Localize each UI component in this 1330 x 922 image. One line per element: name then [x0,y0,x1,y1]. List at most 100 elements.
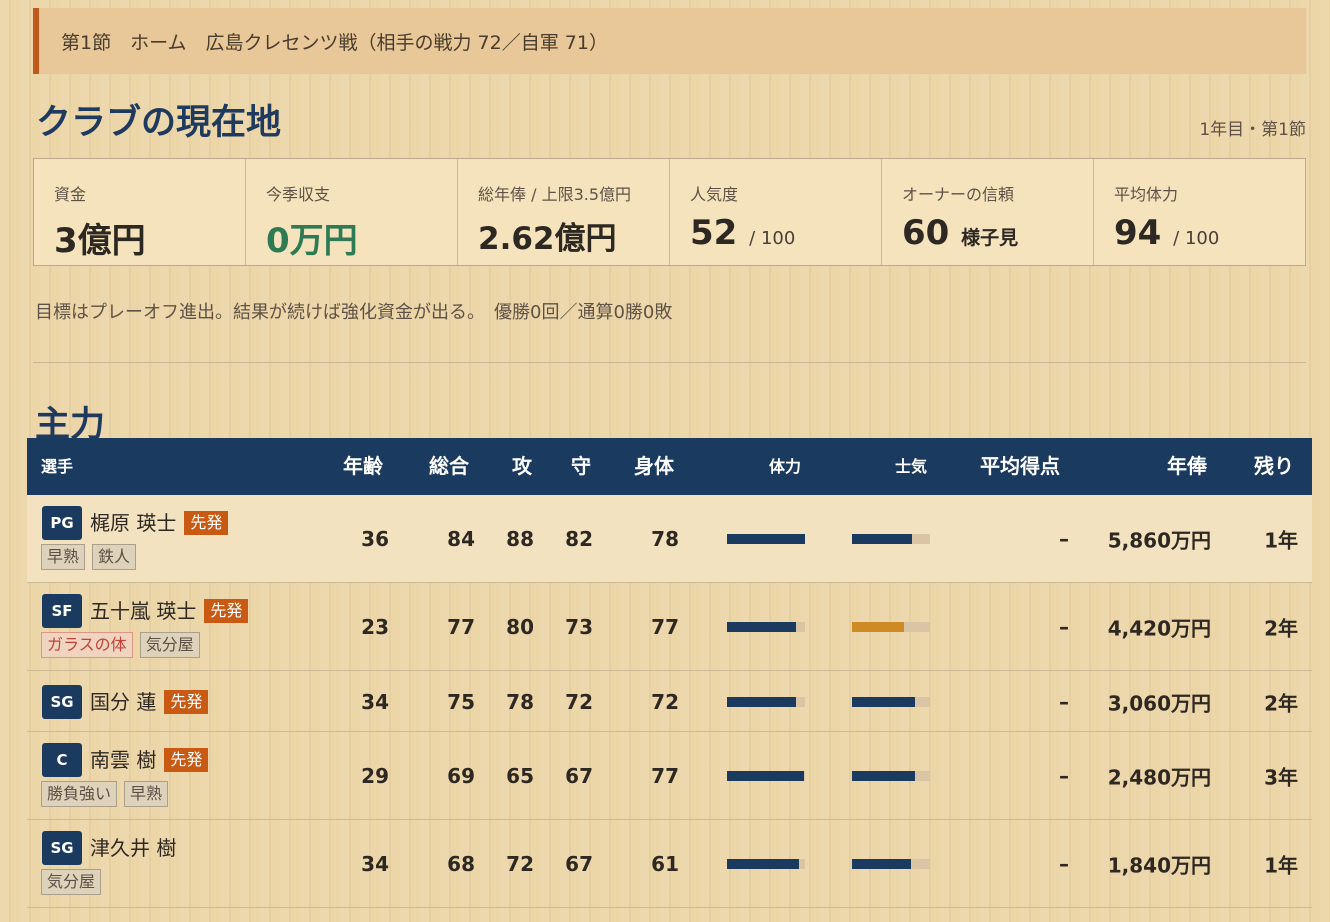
stat-avg-stamina: 平均体力 94 / 100 [1094,159,1305,265]
player-avg-points: – [1059,689,1069,714]
player-traits: 早熟 鉄人 [41,544,137,570]
stat-value: 94 / 100 [1114,213,1305,253]
morale-bar [852,771,930,781]
position-badge: SG [42,831,82,865]
player-salary: 1,840万円 [1107,853,1211,878]
table-row[interactable]: PG 梶原 瑛士 先発 早熟 鉄人 36 84 88 82 78 – 5,860万円 1年 [27,495,1312,583]
player-name-text: 五十嵐 瑛士 [90,599,197,623]
stamina-bar [727,771,805,781]
stat-label: 総年俸 / 上限3.5億円 [478,185,632,204]
player-overall: 69 [447,764,475,788]
morale-bar [852,534,930,544]
player-name[interactable]: 国分 蓮先発 [90,688,209,716]
player-physical: 72 [651,689,679,714]
roster-table: 選手 年齢 総合 攻 守 身体 体力 士気 平均得点 年俸 残り PG 梶原 瑛士… [27,438,1312,908]
stamina-bar-fill [727,771,805,781]
stat-value: 0万円 [266,213,457,262]
position-badge: C [42,743,82,777]
header-age[interactable]: 年齢 [343,438,383,495]
player-salary: 3,060万円 [1107,691,1211,715]
position-badge: PG [42,506,82,540]
player-defense: 72 [565,689,593,714]
player-age: 29 [361,764,389,788]
player-contract-years: 2年 [1264,691,1298,715]
stat-number: 2.62億円 [478,221,617,257]
header-avg-points[interactable]: 平均得点 [980,438,1060,495]
header-contract-years[interactable]: 残り [1254,438,1294,495]
player-name[interactable]: 南雲 樹先発 [90,746,209,774]
morale-bar [852,696,930,707]
player-salary: 4,420万円 [1107,616,1211,641]
stat-label: 今季収支 [266,185,331,204]
player-age: 34 [361,852,389,876]
player-physical: 61 [651,852,679,876]
header-offense[interactable]: 攻 [512,438,532,495]
stamina-bar-fill [727,859,799,869]
player-age: 36 [361,527,389,551]
trait-tag: 勝負強い [41,781,118,807]
roster-header: 選手 年齢 総合 攻 守 身体 体力 士気 平均得点 年俸 残り [27,438,1312,495]
starter-badge: 先発 [184,511,229,535]
player-defense: 82 [565,527,593,551]
player-name-text: 梶原 瑛士 [90,511,177,535]
stamina-bar [727,696,805,707]
trait-tag: 気分屋 [41,869,102,895]
stat-label: 人気度 [690,185,739,204]
stat-label: 資金 [54,185,87,204]
player-traits: 気分屋 [41,869,102,895]
morale-bar-fill [852,622,905,632]
stat-number: 60 [902,213,950,253]
table-row[interactable]: SF 五十嵐 瑛士 先発 ガラスの体 気分屋 23 77 80 73 77 – 4,420万円 2年 [27,583,1312,671]
header-overall[interactable]: 総合 [429,438,469,495]
section-divider [33,362,1306,363]
player-avg-points: – [1059,527,1069,551]
stat-number: 94 [1114,213,1162,253]
stat-label: 平均体力 [1114,185,1179,204]
stamina-bar [727,859,805,869]
stat-unit: / 100 [749,228,796,249]
player-name[interactable]: 津久井 樹 [90,834,176,862]
trait-tag: 早熟 [41,544,86,570]
player-name[interactable]: 梶原 瑛士 先発 [90,509,229,537]
stamina-bar [727,622,805,632]
player-defense: 73 [565,615,593,639]
player-offense: 80 [506,615,534,639]
player-contract-years: 1年 [1264,853,1298,878]
trait-tag: 鉄人 [92,544,137,570]
stat-value: 2.62億円 [478,213,669,258]
table-row[interactable]: SG 国分 蓮先発 34 75 78 72 72 – 3,060万円 2年 [27,671,1312,732]
header-physical[interactable]: 身体 [634,438,674,495]
header-defense[interactable]: 守 [571,438,591,495]
player-name-text: 国分 蓮 [90,689,157,714]
club-stats-panel: 資金 3億円 今季収支 0万円 総年俸 / 上限3.5億円 2.62億円 人気度 52 / 1… [33,158,1306,266]
stat-value: 52 / 100 [690,213,881,253]
player-name-text: 南雲 樹 [90,748,157,772]
header-morale[interactable]: 士気 [895,438,927,495]
player-defense: 67 [565,764,593,788]
player-salary: 2,480万円 [1107,765,1211,790]
morale-bar [852,622,930,632]
stamina-bar-fill [727,534,805,544]
season-progress: 1年目・第1節 [1199,120,1306,140]
stamina-bar [727,534,805,544]
starter-badge: 先発 [164,748,209,772]
player-contract-years: 3年 [1264,765,1298,790]
stat-label: オーナーの信頼 [902,185,1015,204]
trait-tag: 気分屋 [139,632,200,658]
morale-bar-fill [852,534,913,544]
header-stamina[interactable]: 体力 [769,438,801,495]
morale-bar-fill [852,696,916,707]
header-player[interactable]: 選手 [41,438,73,495]
player-name[interactable]: 五十嵐 瑛士 先発 [90,597,249,625]
player-contract-years: 1年 [1264,528,1298,553]
player-avg-points: – [1059,764,1069,788]
player-salary: 5,860万円 [1107,528,1211,553]
table-row[interactable]: SG 津久井 樹気分屋 34 68 72 67 61 – 1,840万円 1年 [27,820,1312,908]
header-salary[interactable]: 年俸 [1167,438,1207,495]
table-row[interactable]: C 南雲 樹先発 勝負強い 早熟 29 69 65 67 77 – 2,480万円 3年 [27,732,1312,820]
stat-value: 60 様子見 [902,213,1093,253]
trait-tag: ガラスの体 [41,632,133,658]
match-banner-text: 第1節 ホーム 広島クレセンツ戦（相手の戦力 72／自軍 71） [61,31,608,54]
player-name-text: 津久井 樹 [90,836,177,860]
player-physical: 77 [651,615,679,639]
